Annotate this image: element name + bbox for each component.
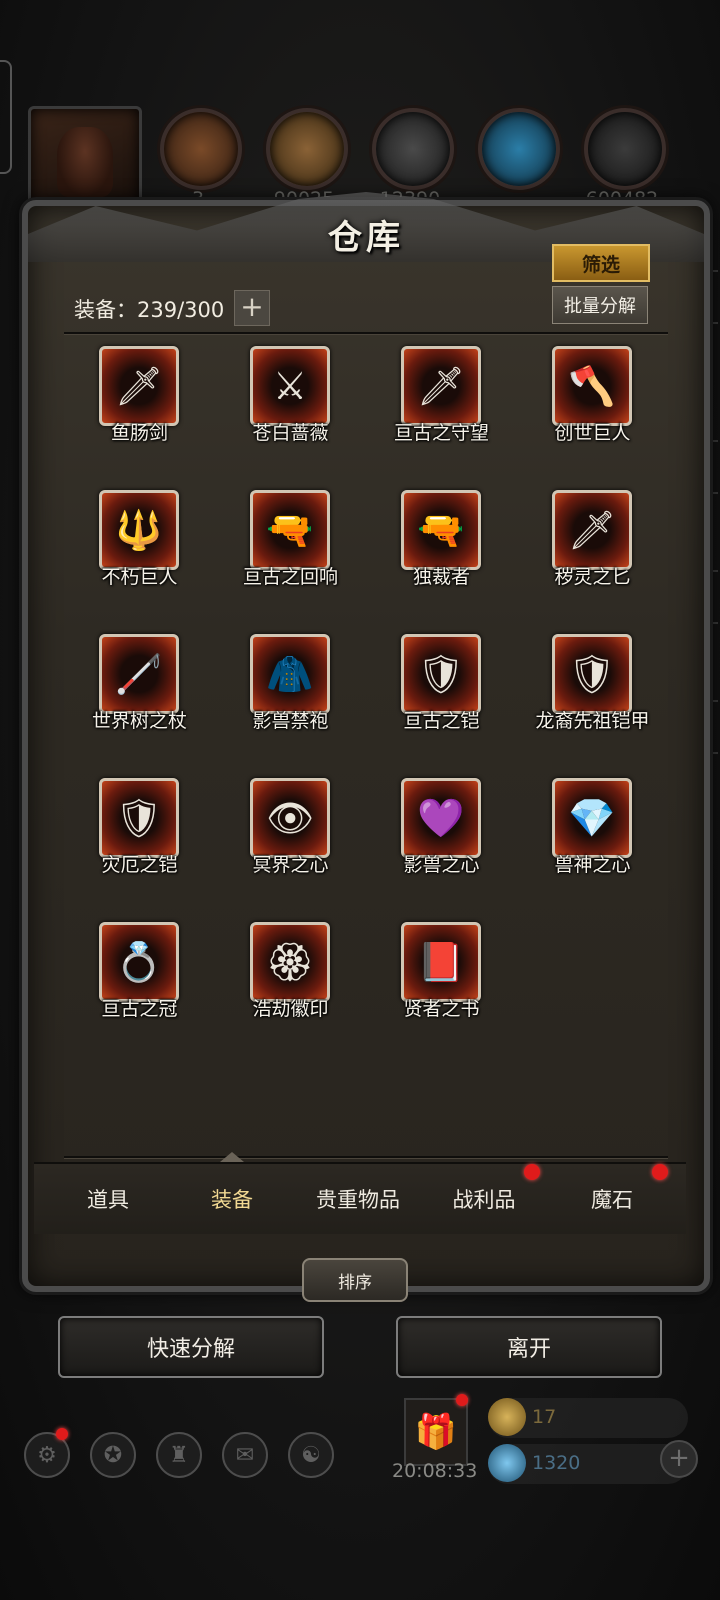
- inventory-item[interactable]: 🔫 独裁者: [366, 490, 517, 588]
- category-tabs: 道具 装备 贵重物品 战利品 魔石: [34, 1152, 686, 1234]
- quick-decompose-button[interactable]: 快速分解: [58, 1316, 324, 1378]
- inventory-item[interactable]: 🗡 亘古之守望: [366, 346, 517, 444]
- item-icon[interactable]: 🦯: [99, 634, 179, 714]
- item-name: 亘古之守望: [393, 422, 489, 444]
- item-icon[interactable]: 🏵: [250, 922, 330, 1002]
- item-name: 影兽之心: [403, 854, 480, 876]
- item-icon[interactable]: 🗡: [401, 346, 481, 426]
- inventory-item[interactable]: 🦯 世界树之杖: [64, 634, 215, 732]
- divider: [64, 332, 668, 335]
- item-icon[interactable]: 🗡: [99, 346, 179, 426]
- item-name: 浩劫徽印: [252, 998, 329, 1020]
- batch-decompose-button[interactable]: 批量分解: [552, 286, 648, 324]
- wood-resource-icon: [266, 108, 348, 190]
- avatar[interactable]: [28, 106, 142, 214]
- inventory-item[interactable]: 🗡 鱼肠剑: [64, 346, 215, 444]
- item-icon[interactable]: 📕: [401, 922, 481, 1002]
- leather-resource-icon: [160, 108, 242, 190]
- equipment-count: 装备：239/300: [74, 298, 225, 322]
- item-icon[interactable]: 🔫: [401, 490, 481, 570]
- item-icon[interactable]: 🛡: [99, 778, 179, 858]
- gift-timer: 20:08:33: [392, 1460, 478, 1482]
- inventory-item[interactable]: 🧥 影兽禁袍: [215, 634, 366, 732]
- gem-icon: [488, 1444, 526, 1482]
- loot-notification-dot: [524, 1164, 540, 1180]
- item-icon[interactable]: 💎: [552, 778, 632, 858]
- magic-stone-notification-dot: [652, 1164, 668, 1180]
- item-grid: 🗡 鱼肠剑 ⚔ 苍白蔷薇 🗡 亘古之守望 🪓 创世巨人 🔱 不朽巨人 🔫 亘古之回响 🔫 独裁者 🗡 秽灵之匕…: [64, 346, 668, 1020]
- add-gem-button[interactable]: +: [660, 1440, 698, 1478]
- item-icon[interactable]: 🔱: [99, 490, 179, 570]
- expand-capacity-button[interactable]: +: [234, 290, 270, 326]
- mask-icon[interactable]: ☯: [288, 1432, 334, 1478]
- inventory-item[interactable]: 🛡 亘古之铠: [366, 634, 517, 732]
- gold-value: 17: [532, 1406, 557, 1428]
- mail-icon[interactable]: ✉: [222, 1432, 268, 1478]
- inventory-item[interactable]: 🔫 亘古之回响: [215, 490, 366, 588]
- filter-button[interactable]: 筛选: [552, 244, 650, 282]
- divider: [64, 1156, 668, 1159]
- inventory-item[interactable]: 💍 亘古之冠: [64, 922, 215, 1020]
- leave-button[interactable]: 离开: [396, 1316, 662, 1378]
- tab-equipment[interactable]: 装备: [172, 1164, 292, 1234]
- gem-counter: 1320: [488, 1444, 688, 1484]
- iron-resource-icon: [584, 108, 666, 190]
- crystal-resource-icon: [478, 108, 560, 190]
- item-name: 秽灵之匕: [554, 566, 631, 588]
- item-icon[interactable]: 🧥: [250, 634, 330, 714]
- item-icon[interactable]: 💍: [99, 922, 179, 1002]
- inventory-item[interactable]: 👁 冥界之心: [215, 778, 366, 876]
- item-name: 独裁者: [412, 566, 470, 588]
- item-name: 亘古之冠: [101, 998, 178, 1020]
- item-name: 亘古之铠: [403, 710, 480, 732]
- inventory-item[interactable]: 🪓 创世巨人: [517, 346, 668, 444]
- gold-counter: 17: [488, 1398, 688, 1438]
- inventory-item[interactable]: 📕 贤者之书: [366, 922, 517, 1020]
- item-icon[interactable]: 👁: [250, 778, 330, 858]
- item-name: 影兽禁袍: [252, 710, 329, 732]
- ore-resource-icon: [372, 108, 454, 190]
- inventory-item[interactable]: 🔱 不朽巨人: [64, 490, 215, 588]
- tab-valuables[interactable]: 贵重物品: [298, 1164, 418, 1234]
- inventory-item[interactable]: ⚔ 苍白蔷薇: [215, 346, 366, 444]
- item-icon[interactable]: 🪓: [552, 346, 632, 426]
- item-icon[interactable]: 🛡: [401, 634, 481, 714]
- gift-box-icon[interactable]: 🎁: [404, 1398, 468, 1466]
- item-name: 亘古之回响: [242, 566, 338, 588]
- gem-value: 1320: [532, 1452, 581, 1474]
- item-name: 鱼肠剑: [110, 422, 168, 444]
- item-icon[interactable]: 🛡: [552, 634, 632, 714]
- inventory-item[interactable]: 🛡 龙裔先祖铠甲: [517, 634, 668, 732]
- inventory-item[interactable]: 🗡 秽灵之匕: [517, 490, 668, 588]
- hero-silhouette-icon: [57, 127, 113, 197]
- castle-icon[interactable]: ♜: [156, 1432, 202, 1478]
- inventory-item[interactable]: 🛡 灾厄之铠: [64, 778, 215, 876]
- item-name: 世界树之杖: [91, 710, 187, 732]
- item-name: 兽神之心: [554, 854, 631, 876]
- settings-notification-dot: [56, 1428, 68, 1440]
- star-icon[interactable]: ✪: [90, 1432, 136, 1478]
- item-name: 苍白蔷薇: [252, 422, 329, 444]
- warehouse-panel: 仓库 筛选 装备：239/300 + 批量分解 🗡 鱼肠剑 ⚔ 苍白蔷薇 🗡 亘古之守望 🪓…: [22, 192, 710, 1292]
- tab-items[interactable]: 道具: [48, 1164, 168, 1234]
- item-name: 创世巨人: [554, 422, 631, 444]
- active-tab-marker: [220, 1152, 244, 1162]
- gold-coin-icon: [488, 1398, 526, 1436]
- inventory-item[interactable]: 💎 兽神之心: [517, 778, 668, 876]
- inventory-item[interactable]: 🏵 浩劫徽印: [215, 922, 366, 1020]
- gift-notification-dot: [456, 1394, 468, 1406]
- item-icon[interactable]: 🗡: [552, 490, 632, 570]
- item-name: 贤者之书: [403, 998, 480, 1020]
- item-name: 龙裔先祖铠甲: [535, 710, 650, 732]
- item-name: 灾厄之铠: [101, 854, 178, 876]
- sort-button[interactable]: 排序: [302, 1258, 408, 1302]
- item-icon[interactable]: 🔫: [250, 490, 330, 570]
- inventory-item[interactable]: 💜 影兽之心: [366, 778, 517, 876]
- item-icon[interactable]: ⚔: [250, 346, 330, 426]
- item-icon[interactable]: 💜: [401, 778, 481, 858]
- item-name: 不朽巨人: [101, 566, 178, 588]
- item-name: 冥界之心: [252, 854, 329, 876]
